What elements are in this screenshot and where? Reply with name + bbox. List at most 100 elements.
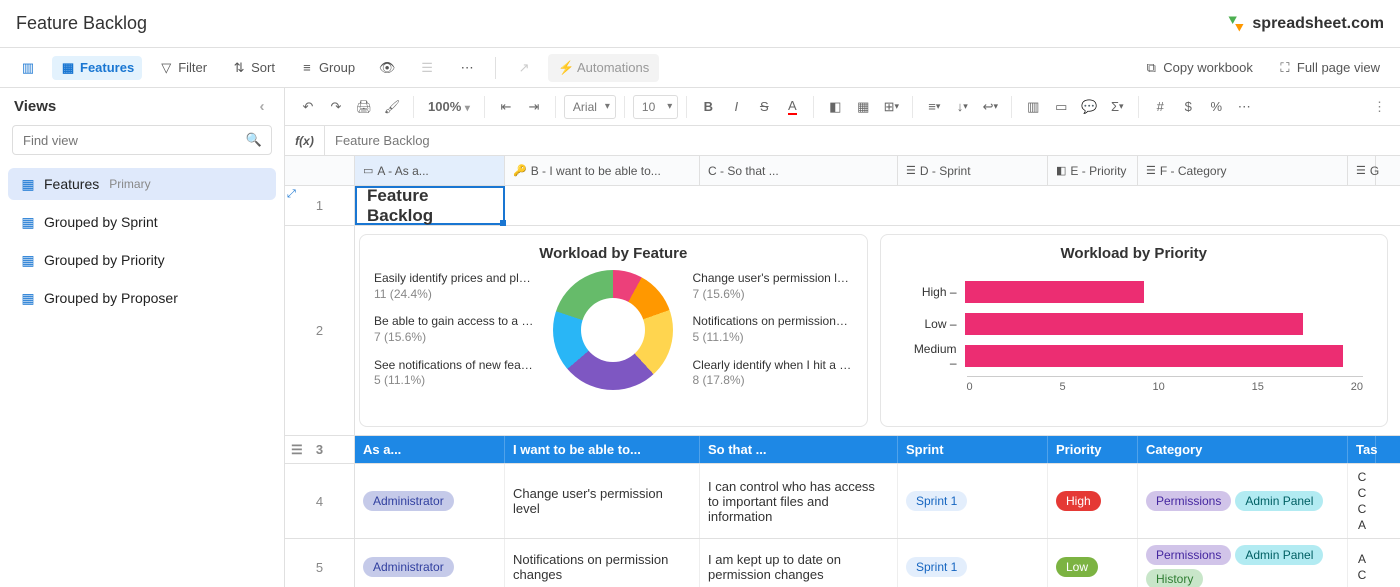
cell-priority[interactable]: High	[1048, 464, 1138, 538]
currency-button[interactable]: $	[1175, 94, 1201, 120]
table-header[interactable]: Category	[1138, 436, 1348, 463]
chart-button[interactable]: ▥	[1020, 94, 1046, 120]
table-header[interactable]: As a...	[355, 436, 505, 463]
cell-want[interactable]: Notifications on permission changes	[505, 539, 700, 587]
table-header[interactable]: Tas	[1348, 436, 1376, 463]
italic-button[interactable]: I	[723, 94, 749, 120]
image-button[interactable]: ▭	[1048, 94, 1074, 120]
more-button[interactable]: ⋯	[451, 56, 483, 80]
indent-dec-button[interactable]: ⇤	[493, 94, 519, 120]
cell-as-a[interactable]: Administrator	[355, 464, 505, 538]
category-pill: Admin Panel	[1235, 491, 1323, 511]
cell-tasks[interactable]: CCCA	[1348, 464, 1376, 538]
fullpage-button[interactable]: ⛶Full page view	[1269, 56, 1388, 80]
cell-sprint[interactable]: Sprint 1	[898, 464, 1048, 538]
group-icon: ≡	[299, 60, 315, 76]
halign-button[interactable]: ≡▾	[921, 94, 947, 120]
table-header[interactable]: Sprint	[898, 436, 1048, 463]
font-select[interactable]: Arial	[564, 95, 616, 119]
row-number[interactable]: 4	[285, 464, 355, 538]
comment-button[interactable]: 💬	[1076, 94, 1102, 120]
cell-category[interactable]: Permissions Admin Panel History	[1138, 539, 1348, 587]
paint-button[interactable]: 🖌	[379, 94, 405, 120]
group-button[interactable]: ≡Group	[291, 56, 363, 80]
zoom-select[interactable]: 100% ▾	[422, 99, 476, 114]
corner-cell[interactable]	[285, 156, 355, 185]
cell-tasks[interactable]: AC	[1348, 539, 1376, 587]
col-header-f[interactable]: ☰F - Category	[1138, 156, 1348, 185]
percent-button[interactable]: %	[1203, 94, 1229, 120]
cell-a1[interactable]: Feature Backlog	[355, 186, 505, 225]
hide-button[interactable]: 👁	[371, 56, 403, 80]
table-header[interactable]: I want to be able to...	[505, 436, 700, 463]
valign-button[interactable]: ↓▾	[949, 94, 975, 120]
more-format-button[interactable]: ⋯	[1231, 94, 1257, 120]
expand-icon[interactable]: ⤢	[287, 188, 296, 201]
sort-button[interactable]: ⇅Sort	[223, 56, 283, 80]
table-header[interactable]: So that ...	[700, 436, 898, 463]
row-number[interactable]: 1 ⤢	[285, 186, 355, 225]
features-view-button[interactable]: ▦Features	[52, 56, 142, 80]
brand-logo[interactable]: spreadsheet.com	[1226, 14, 1384, 34]
table-row[interactable]: 4 Administrator Change user's permission…	[285, 464, 1400, 539]
sheet-menu-button[interactable]: ⋮	[1369, 95, 1390, 119]
tag-icon: ◧	[1056, 164, 1066, 177]
cell-category[interactable]: Permissions Admin Panel	[1138, 464, 1348, 538]
bold-button[interactable]: B	[695, 94, 721, 120]
cell-sprint[interactable]: Sprint 1	[898, 539, 1048, 587]
redo-button[interactable]: ↷	[323, 94, 349, 120]
view-label: Grouped by Priority	[44, 252, 165, 268]
table-row[interactable]: 5 Administrator Notifications on permiss…	[285, 539, 1400, 587]
more-icon: ⋯	[459, 60, 475, 76]
bar-label: Low –	[905, 317, 957, 331]
hash-button[interactable]: #	[1147, 94, 1173, 120]
size-select[interactable]: 10	[633, 95, 678, 119]
wrap-button[interactable]: ↩▾	[977, 94, 1003, 120]
cell-priority[interactable]: Low	[1048, 539, 1138, 587]
fill-button[interactable]: ◧	[822, 94, 848, 120]
textcolor-icon: A	[788, 98, 797, 115]
view-item-priority[interactable]: ▦ Grouped by Priority	[8, 244, 276, 276]
function-button[interactable]: Σ▾	[1104, 94, 1130, 120]
merge-button[interactable]: ⊞▾	[878, 94, 904, 120]
panel-toggle-button[interactable]: ▥	[12, 56, 44, 80]
copy-workbook-button[interactable]: ⧉Copy workbook	[1135, 56, 1261, 80]
chart-workload-feature[interactable]: Workload by Feature Easily identify pric…	[359, 234, 868, 427]
col-header-d[interactable]: ☰D - Sprint	[898, 156, 1048, 185]
view-item-sprint[interactable]: ▦ Grouped by Sprint	[8, 206, 276, 238]
list-icon: ☰	[906, 164, 916, 177]
cell-so-that[interactable]: I can control who has access to importan…	[700, 464, 898, 538]
cell-want[interactable]: Change user's permission level	[505, 464, 700, 538]
table-header[interactable]: Priority	[1048, 436, 1138, 463]
sprint-pill: Sprint 1	[906, 557, 967, 577]
print-button[interactable]: 🖨	[351, 94, 377, 120]
page-title: Feature Backlog	[16, 13, 147, 34]
filter-button[interactable]: ▽Filter	[150, 56, 215, 80]
collapse-sidebar-icon[interactable]: ‹	[254, 99, 270, 115]
row-number[interactable]: 2	[285, 226, 355, 435]
cell-so-that[interactable]: I am kept up to date on permission chang…	[700, 539, 898, 587]
list-button[interactable]: ☰	[411, 56, 443, 80]
border-button[interactable]: ▦	[850, 94, 876, 120]
chart-workload-priority[interactable]: Workload by Priority High – Low – Medium…	[880, 234, 1389, 427]
col-header-e[interactable]: ◧E - Priority	[1048, 156, 1138, 185]
col-header-a[interactable]: ▭A - As a...	[355, 156, 505, 185]
automations-button[interactable]: ⚡ Automations	[548, 54, 659, 82]
search-input[interactable]	[12, 125, 272, 155]
brand-text: spreadsheet.com	[1252, 15, 1384, 33]
cell-as-a[interactable]: Administrator	[355, 539, 505, 587]
formula-input[interactable]: Feature Backlog	[325, 133, 430, 148]
view-item-features[interactable]: ▦ Features Primary	[8, 168, 276, 200]
strike-button[interactable]: S	[751, 94, 777, 120]
share-button[interactable]: ↗	[508, 56, 540, 80]
textcolor-button[interactable]: A	[779, 94, 805, 120]
row-number[interactable]: ☰3	[285, 436, 355, 463]
col-header-b[interactable]: 🔑B - I want to be able to...	[505, 156, 700, 185]
row-number[interactable]: 5	[285, 539, 355, 587]
indent-inc-button[interactable]: ⇥	[521, 94, 547, 120]
col-header-g[interactable]: ☰G	[1348, 156, 1376, 185]
list-icon: ☰	[1146, 164, 1156, 177]
col-header-c[interactable]: C - So that ...	[700, 156, 898, 185]
undo-button[interactable]: ↶	[295, 94, 321, 120]
view-item-proposer[interactable]: ▦ Grouped by Proposer	[8, 282, 276, 314]
